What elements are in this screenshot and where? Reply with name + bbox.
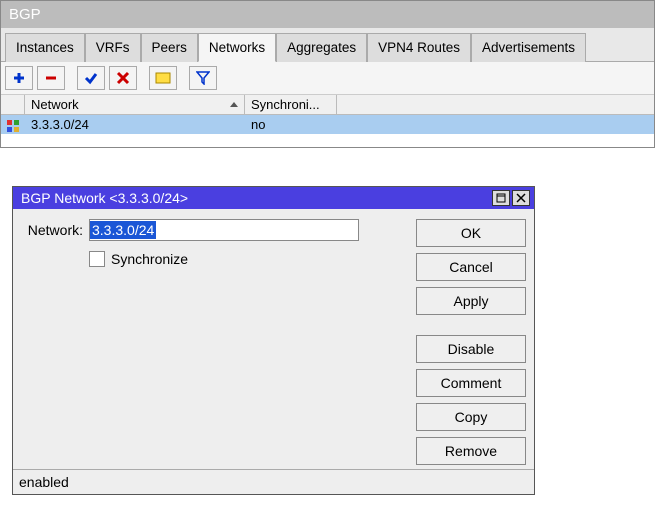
tab-peers[interactable]: Peers (141, 33, 198, 62)
network-input-value: 3.3.3.0/24 (90, 221, 156, 239)
table-row[interactable]: 3.3.3.0/24 no (1, 115, 654, 134)
col-icon[interactable] (1, 95, 25, 114)
tab-vrfs[interactable]: VRFs (85, 33, 141, 62)
tab-vpn4-routes[interactable]: VPN4 Routes (367, 33, 471, 62)
funnel-icon (196, 71, 210, 85)
remove-button-dlg[interactable]: Remove (416, 437, 526, 465)
close-button[interactable] (512, 190, 530, 206)
synchronize-label: Synchronize (111, 251, 188, 267)
tab-advertisements[interactable]: Advertisements (471, 33, 586, 62)
dialog-form: Network: 3.3.3.0/24 Synchronize (21, 219, 416, 465)
network-label: Network: (21, 222, 89, 238)
tab-instances[interactable]: Instances (5, 33, 85, 62)
enable-button[interactable] (77, 66, 105, 90)
cell-spacer (337, 115, 654, 134)
disable-button-dlg[interactable]: Disable (416, 335, 526, 363)
toolbar (1, 62, 654, 95)
window-title: BGP (1, 1, 654, 28)
bgp-window: BGP Instances VRFs Peers Networks Aggreg… (0, 0, 655, 148)
dialog-title: BGP Network <3.3.3.0/24> (17, 190, 490, 206)
minimize-icon (496, 193, 506, 203)
plus-icon (12, 71, 26, 85)
remove-button[interactable] (37, 66, 65, 90)
apply-button[interactable]: Apply (416, 287, 526, 315)
comment-button[interactable] (149, 66, 177, 90)
col-spacer (337, 95, 654, 114)
tab-aggregates[interactable]: Aggregates (276, 33, 367, 62)
table-header: Network Synchroni... (1, 95, 654, 115)
dialog-titlebar: BGP Network <3.3.3.0/24> (13, 187, 534, 209)
cancel-button[interactable]: Cancel (416, 253, 526, 281)
synchronize-row: Synchronize (89, 251, 408, 267)
cell-network: 3.3.3.0/24 (25, 115, 245, 134)
x-icon (116, 71, 130, 85)
network-input[interactable]: 3.3.3.0/24 (89, 219, 359, 241)
add-button[interactable] (5, 66, 33, 90)
networks-table: Network Synchroni... 3.3.3.0/24 no (1, 95, 654, 147)
tab-networks[interactable]: Networks (198, 33, 276, 62)
row-icon-cell (1, 115, 25, 134)
close-icon (516, 193, 526, 203)
note-icon (155, 72, 171, 84)
comment-button-dlg[interactable]: Comment (416, 369, 526, 397)
bgp-network-dialog: BGP Network <3.3.3.0/24> Network: 3.3.3.… (12, 186, 535, 495)
tab-bar: Instances VRFs Peers Networks Aggregates… (1, 28, 654, 62)
minimize-button[interactable] (492, 190, 510, 206)
network-row: Network: 3.3.3.0/24 (21, 219, 408, 241)
minus-icon (44, 71, 58, 85)
disable-button[interactable] (109, 66, 137, 90)
synchronize-checkbox[interactable] (89, 251, 105, 267)
copy-button[interactable]: Copy (416, 403, 526, 431)
cell-sync: no (245, 115, 337, 134)
ok-button[interactable]: OK (416, 219, 526, 247)
network-icon (7, 120, 19, 132)
dialog-status: enabled (13, 469, 534, 494)
col-network[interactable]: Network (25, 95, 245, 114)
col-synchronize[interactable]: Synchroni... (245, 95, 337, 114)
dialog-buttons: OK Cancel Apply Disable Comment Copy Rem… (416, 219, 526, 465)
check-icon (84, 71, 98, 85)
filter-button[interactable] (189, 66, 217, 90)
dialog-body: Network: 3.3.3.0/24 Synchronize OK Cance… (13, 209, 534, 469)
